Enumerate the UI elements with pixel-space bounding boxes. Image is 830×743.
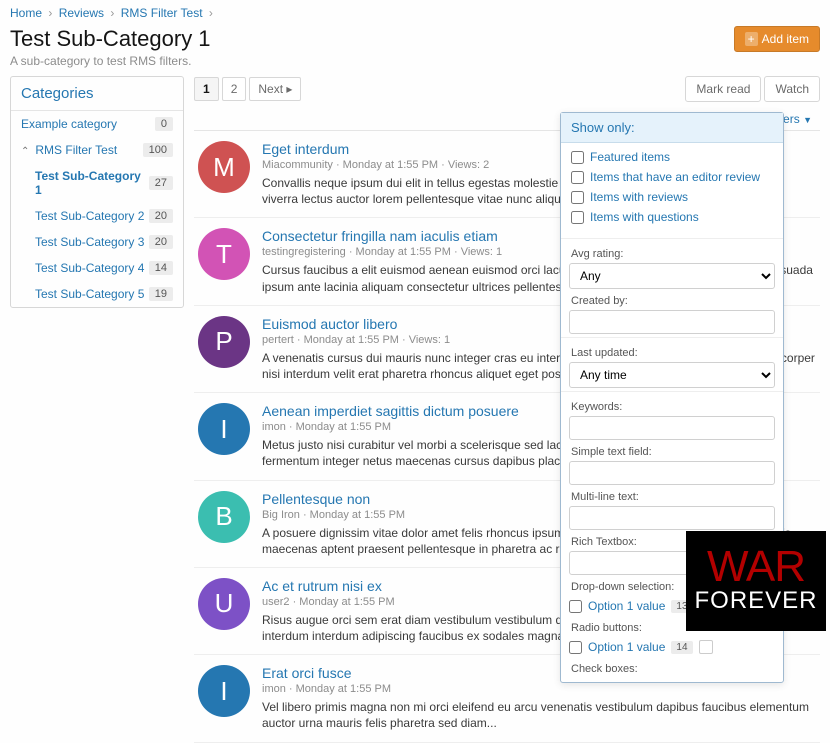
avatar[interactable]: T (198, 228, 250, 280)
page-subtitle: A sub-category to test RMS filters. (10, 54, 211, 68)
sidebar-item-label: Test Sub-Category 1 (35, 169, 149, 197)
sidebar-item-test-sub-category-2[interactable]: Test Sub-Category 2 20 (11, 203, 183, 229)
sidebar-item-label: Test Sub-Category 2 (35, 209, 144, 223)
sidebar-item-count: 20 (149, 235, 173, 249)
filter-checkbox[interactable] (571, 191, 584, 204)
crumb-home[interactable]: Home (10, 6, 42, 20)
dropdown-option-label[interactable]: Option 1 value (588, 599, 665, 613)
crumb-filter-test[interactable]: RMS Filter Test (121, 6, 203, 20)
filter-check-label[interactable]: Featured items (590, 150, 670, 164)
sidebar-item-label: Example category (21, 117, 117, 131)
chevron-right-icon: › (48, 6, 52, 20)
sidebar-item-test-sub-category-3[interactable]: Test Sub-Category 3 20 (11, 229, 183, 255)
simple-text-input[interactable] (569, 461, 775, 485)
radio-option-label[interactable]: Option 1 value (588, 640, 665, 654)
item-title[interactable]: Consectetur fringilla nam iaculis etiam (262, 228, 498, 244)
item-desc: Vel libero primis magna non mi orci elei… (262, 699, 816, 731)
plus-icon: + (745, 32, 758, 46)
item-title[interactable]: Ac et rutrum nisi ex (262, 578, 382, 594)
multiline-label: Multi-line text: (569, 485, 775, 506)
item-title[interactable]: Erat orci fusce (262, 665, 351, 681)
sidebar-item-count: 14 (149, 261, 173, 275)
avg-rating-label: Avg rating: (569, 242, 775, 263)
last-updated-label: Last updated: (569, 341, 775, 362)
last-updated-select[interactable]: Any time (569, 362, 775, 388)
avatar[interactable]: I (198, 403, 250, 455)
item-title[interactable]: Eget interdum (262, 141, 349, 157)
radio-option-count: 14 (671, 641, 692, 654)
simple-text-label: Simple text field: (569, 440, 775, 461)
page-1[interactable]: 1 (194, 77, 219, 101)
breadcrumb: Home › Reviews › RMS Filter Test › (0, 0, 830, 26)
radio-option-check[interactable] (569, 641, 582, 654)
item-title[interactable]: Euismod auctor libero (262, 316, 397, 332)
page-2[interactable]: 2 (222, 77, 247, 101)
sidebar-item-test-sub-category-1[interactable]: Test Sub-Category 127 (11, 163, 183, 203)
checkboxes-label: Check boxes: (569, 657, 775, 678)
sidebar-item-label: RMS Filter Test (35, 143, 117, 157)
sidebar-item-label: Test Sub-Category 4 (35, 261, 144, 275)
avg-rating-select[interactable]: Any (569, 263, 775, 289)
page-title: Test Sub-Category 1 (10, 26, 211, 52)
avatar[interactable]: I (198, 665, 250, 717)
filter-check-row: Items with questions (569, 207, 775, 227)
item-title[interactable]: Pellentesque non (262, 491, 370, 507)
sidebar-item-rms-filter-test[interactable]: RMS Filter Test 100 (11, 137, 183, 163)
clear-icon[interactable] (699, 640, 713, 654)
filter-checkbox[interactable] (571, 211, 584, 224)
sidebar-item-count: 0 (155, 117, 173, 131)
dropdown-option-check[interactable] (569, 600, 582, 613)
sidebar-item-count: 27 (149, 176, 173, 190)
add-item-button[interactable]: +Add item (734, 26, 820, 52)
filter-check-label[interactable]: Items with questions (590, 210, 699, 224)
avatar[interactable]: U (198, 578, 250, 630)
sidebar-item-count: 100 (143, 143, 173, 157)
sidebar-item-count: 20 (149, 209, 173, 223)
multiline-input[interactable] (569, 506, 775, 530)
filter-panel-header: Show only: (561, 113, 783, 143)
avatar[interactable]: P (198, 316, 250, 368)
avatar[interactable]: M (198, 141, 250, 193)
filter-check-label[interactable]: Items that have an editor review (590, 170, 760, 184)
chevron-right-icon: › (110, 6, 114, 20)
war-forever-logo: WAR FOREVER (686, 531, 826, 631)
item-meta: imon · Monday at 1:55 PM (262, 683, 816, 695)
categories-heading: Categories (11, 77, 183, 111)
crumb-reviews[interactable]: Reviews (59, 6, 104, 20)
sidebar-item-count: 19 (149, 287, 173, 301)
mark-read-button[interactable]: Mark read (685, 76, 761, 102)
filter-checkbox[interactable] (571, 151, 584, 164)
categories-box: Categories Example category 0 RMS Filter T… (10, 76, 184, 308)
caret-down-icon: ▼ (803, 115, 812, 125)
keywords-input[interactable] (569, 416, 775, 440)
sidebar-item-test-sub-category-5[interactable]: Test Sub-Category 5 19 (11, 281, 183, 307)
sidebar-item-label: Test Sub-Category 3 (35, 235, 144, 249)
filter-check-row: Items with reviews (569, 187, 775, 207)
filter-checkbox[interactable] (571, 171, 584, 184)
watch-button[interactable]: Watch (764, 76, 820, 102)
filter-check-row: Featured items (569, 147, 775, 167)
filter-check-label[interactable]: Items with reviews (590, 190, 688, 204)
caret-up-icon (21, 143, 31, 157)
page-next[interactable]: Next ▸ (249, 77, 301, 101)
created-by-input[interactable] (569, 310, 775, 334)
filter-check-row: Items that have an editor review (569, 167, 775, 187)
keywords-label: Keywords: (569, 395, 775, 416)
item-title[interactable]: Aenean imperdiet sagittis dictum posuere (262, 403, 519, 419)
created-by-label: Created by: (569, 289, 775, 310)
avatar[interactable]: B (198, 491, 250, 543)
sidebar-item-example-category[interactable]: Example category 0 (11, 111, 183, 137)
chevron-right-icon: › (209, 6, 213, 20)
pagination: 1 2 Next ▸ (194, 77, 301, 101)
sidebar-item-test-sub-category-4[interactable]: Test Sub-Category 4 14 (11, 255, 183, 281)
sidebar-item-label: Test Sub-Category 5 (35, 287, 144, 301)
